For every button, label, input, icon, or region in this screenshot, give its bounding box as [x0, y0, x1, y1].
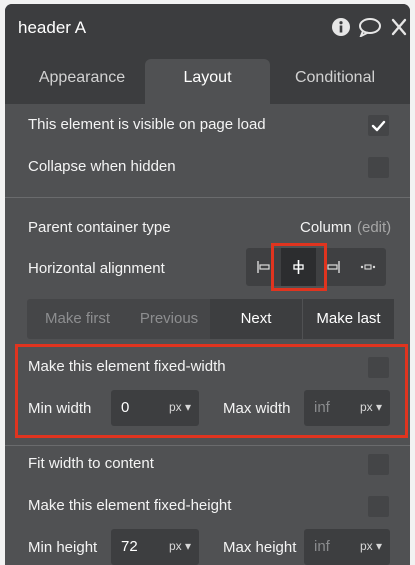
- tab-conditional[interactable]: Conditional: [270, 59, 400, 104]
- visible-on-load-checkbox[interactable]: [368, 115, 389, 136]
- comment-icon[interactable]: [358, 17, 382, 42]
- min-height-label: Min height: [28, 539, 98, 556]
- info-icon[interactable]: [331, 17, 351, 42]
- tab-appearance[interactable]: Appearance: [19, 59, 145, 104]
- min-height-input[interactable]: 72 px ▾: [111, 529, 199, 565]
- alignment-highlight-box: [271, 243, 327, 291]
- fit-width-checkbox[interactable]: [368, 454, 389, 475]
- tab-bar: Appearance Layout Conditional: [5, 53, 410, 104]
- max-height-placeholder: inf: [314, 538, 330, 555]
- section-divider: [5, 445, 410, 446]
- tab-layout[interactable]: Layout: [145, 59, 270, 104]
- collapse-when-hidden-label: Collapse when hidden: [28, 158, 176, 175]
- fixed-height-checkbox[interactable]: [368, 496, 389, 517]
- align-space-button[interactable]: [351, 248, 386, 286]
- section-divider: [5, 197, 410, 198]
- close-icon[interactable]: [390, 17, 408, 42]
- min-height-unit-select[interactable]: px ▾: [169, 539, 191, 553]
- make-last-button[interactable]: Make last: [302, 299, 394, 339]
- align-space-icon: [360, 264, 376, 270]
- horizontal-alignment-label: Horizontal alignment: [28, 260, 165, 277]
- min-height-value: 72: [121, 538, 138, 555]
- edit-container-type-link[interactable]: (edit): [357, 219, 391, 236]
- checkmark-icon: [371, 120, 386, 132]
- parent-container-type-value: Column: [300, 219, 352, 236]
- parent-container-type-label: Parent container type: [28, 219, 171, 236]
- fixed-height-label: Make this element fixed-height: [28, 497, 232, 514]
- panel-header: header A: [5, 4, 410, 53]
- visible-on-load-label: This element is visible on page load: [28, 116, 266, 133]
- element-name[interactable]: header A: [18, 18, 86, 38]
- property-editor-panel: header A Appearance Layout Conditional T…: [5, 4, 410, 565]
- fixed-width-highlight-box: [15, 344, 408, 438]
- make-first-button[interactable]: Make first: [27, 299, 128, 339]
- max-height-unit-select[interactable]: px ▾: [360, 539, 382, 553]
- next-button[interactable]: Next: [210, 299, 302, 339]
- previous-button[interactable]: Previous: [128, 299, 210, 339]
- ordering-button-group: Make first Previous Next Make last: [27, 299, 394, 339]
- max-height-input[interactable]: inf px ▾: [304, 529, 390, 565]
- fit-width-label: Fit width to content: [28, 455, 154, 472]
- collapse-when-hidden-checkbox[interactable]: [368, 157, 389, 178]
- max-height-label: Max height: [223, 539, 297, 556]
